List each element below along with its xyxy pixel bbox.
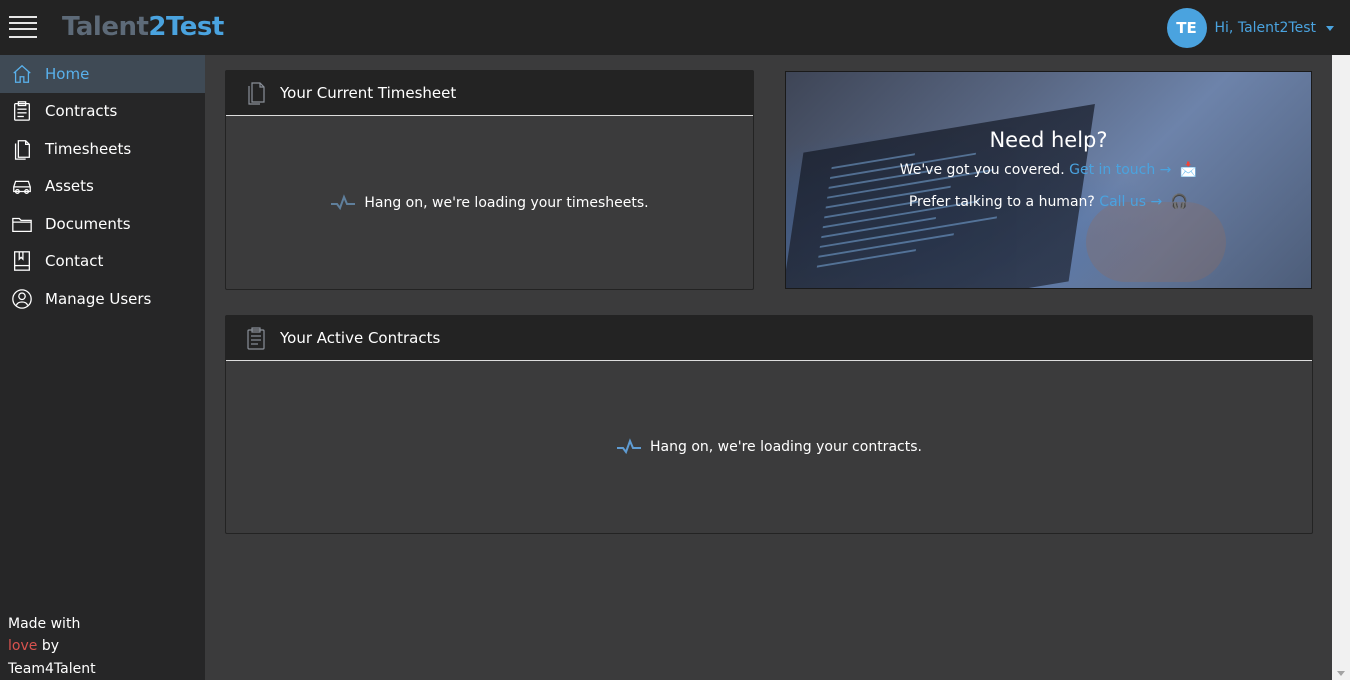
loading-message: Hang on, we're loading your timesheets. xyxy=(364,194,649,211)
card-title: Your Active Contracts xyxy=(280,329,441,347)
sidebar: Home Contracts Timesheets Assets Documen… xyxy=(0,55,205,680)
help-line-phone: Prefer talking to a human? Call us → 🎧 xyxy=(908,194,1189,210)
envelope-icon: 📩 xyxy=(1179,162,1198,178)
scrollbar-thumb[interactable] xyxy=(1335,55,1347,655)
need-help-panel: Need help? We've got you covered. Get in… xyxy=(785,71,1312,289)
hamburger-menu-icon[interactable] xyxy=(9,16,37,38)
sidebar-item-manage-users[interactable]: Manage Users xyxy=(0,280,205,318)
help-title: Need help? xyxy=(989,128,1108,152)
call-us-link[interactable]: Call us → xyxy=(1099,194,1162,210)
loading-message: Hang on, we're loading your contracts. xyxy=(650,439,922,455)
user-menu[interactable]: TE Hi, Talent2Test xyxy=(1166,8,1334,48)
sidebar-item-contact[interactable]: Contact xyxy=(0,243,205,281)
car-icon xyxy=(11,175,33,197)
documents-icon xyxy=(11,138,33,160)
sidebar-item-label: Contact xyxy=(45,252,104,271)
card-body: Hang on, we're loading your timesheets. xyxy=(226,116,753,289)
folder-icon xyxy=(11,213,33,235)
made-with-love-footer: Made with love by Team4Talent xyxy=(8,615,96,677)
user-greeting[interactable]: Hi, Talent2Test xyxy=(1215,20,1316,36)
card-title: Your Current Timesheet xyxy=(280,84,457,102)
scroll-down-arrow-icon[interactable] xyxy=(1337,671,1345,676)
sidebar-item-label: Home xyxy=(45,64,90,83)
avatar[interactable]: TE xyxy=(1166,8,1207,48)
sidebar-item-label: Documents xyxy=(45,214,131,233)
logo[interactable]: Talent2Test xyxy=(62,10,224,44)
sidebar-item-label: Assets xyxy=(45,177,94,196)
get-in-touch-link[interactable]: Get in touch → xyxy=(1069,162,1171,178)
sidebar-item-timesheets[interactable]: Timesheets xyxy=(0,130,205,168)
book-icon xyxy=(11,250,33,272)
documents-icon xyxy=(246,81,266,105)
top-bar: Talent2Test TE Hi, Talent2Test xyxy=(0,0,1350,55)
sidebar-item-contracts[interactable]: Contracts xyxy=(0,93,205,131)
pulse-loading-icon xyxy=(617,438,642,455)
current-timesheet-card: Your Current Timesheet Hang on, we're lo… xyxy=(225,70,754,290)
sidebar-item-assets[interactable]: Assets xyxy=(0,168,205,206)
clipboard-icon xyxy=(246,326,266,350)
active-contracts-card: Your Active Contracts Hang on, we're loa… xyxy=(225,315,1313,534)
home-icon xyxy=(11,63,33,85)
clipboard-icon xyxy=(11,100,33,122)
pulse-loading-icon xyxy=(331,193,356,210)
chevron-down-icon[interactable] xyxy=(1326,25,1334,31)
user-icon xyxy=(11,288,33,310)
headphones-icon: 🎧 xyxy=(1170,194,1189,210)
sidebar-item-label: Manage Users xyxy=(45,289,152,308)
card-body: Hang on, we're loading your contracts. xyxy=(226,361,1312,533)
love-text: love xyxy=(8,638,38,654)
sidebar-item-documents[interactable]: Documents xyxy=(0,205,205,243)
help-line-email: We've got you covered. Get in touch → 📩 xyxy=(899,162,1198,178)
sidebar-item-label: Contracts xyxy=(45,102,118,121)
card-header: Your Active Contracts xyxy=(226,316,1312,361)
sidebar-item-home[interactable]: Home xyxy=(0,55,205,93)
card-header: Your Current Timesheet xyxy=(226,71,753,116)
vertical-scrollbar[interactable] xyxy=(1332,55,1350,680)
sidebar-item-label: Timesheets xyxy=(45,139,132,158)
